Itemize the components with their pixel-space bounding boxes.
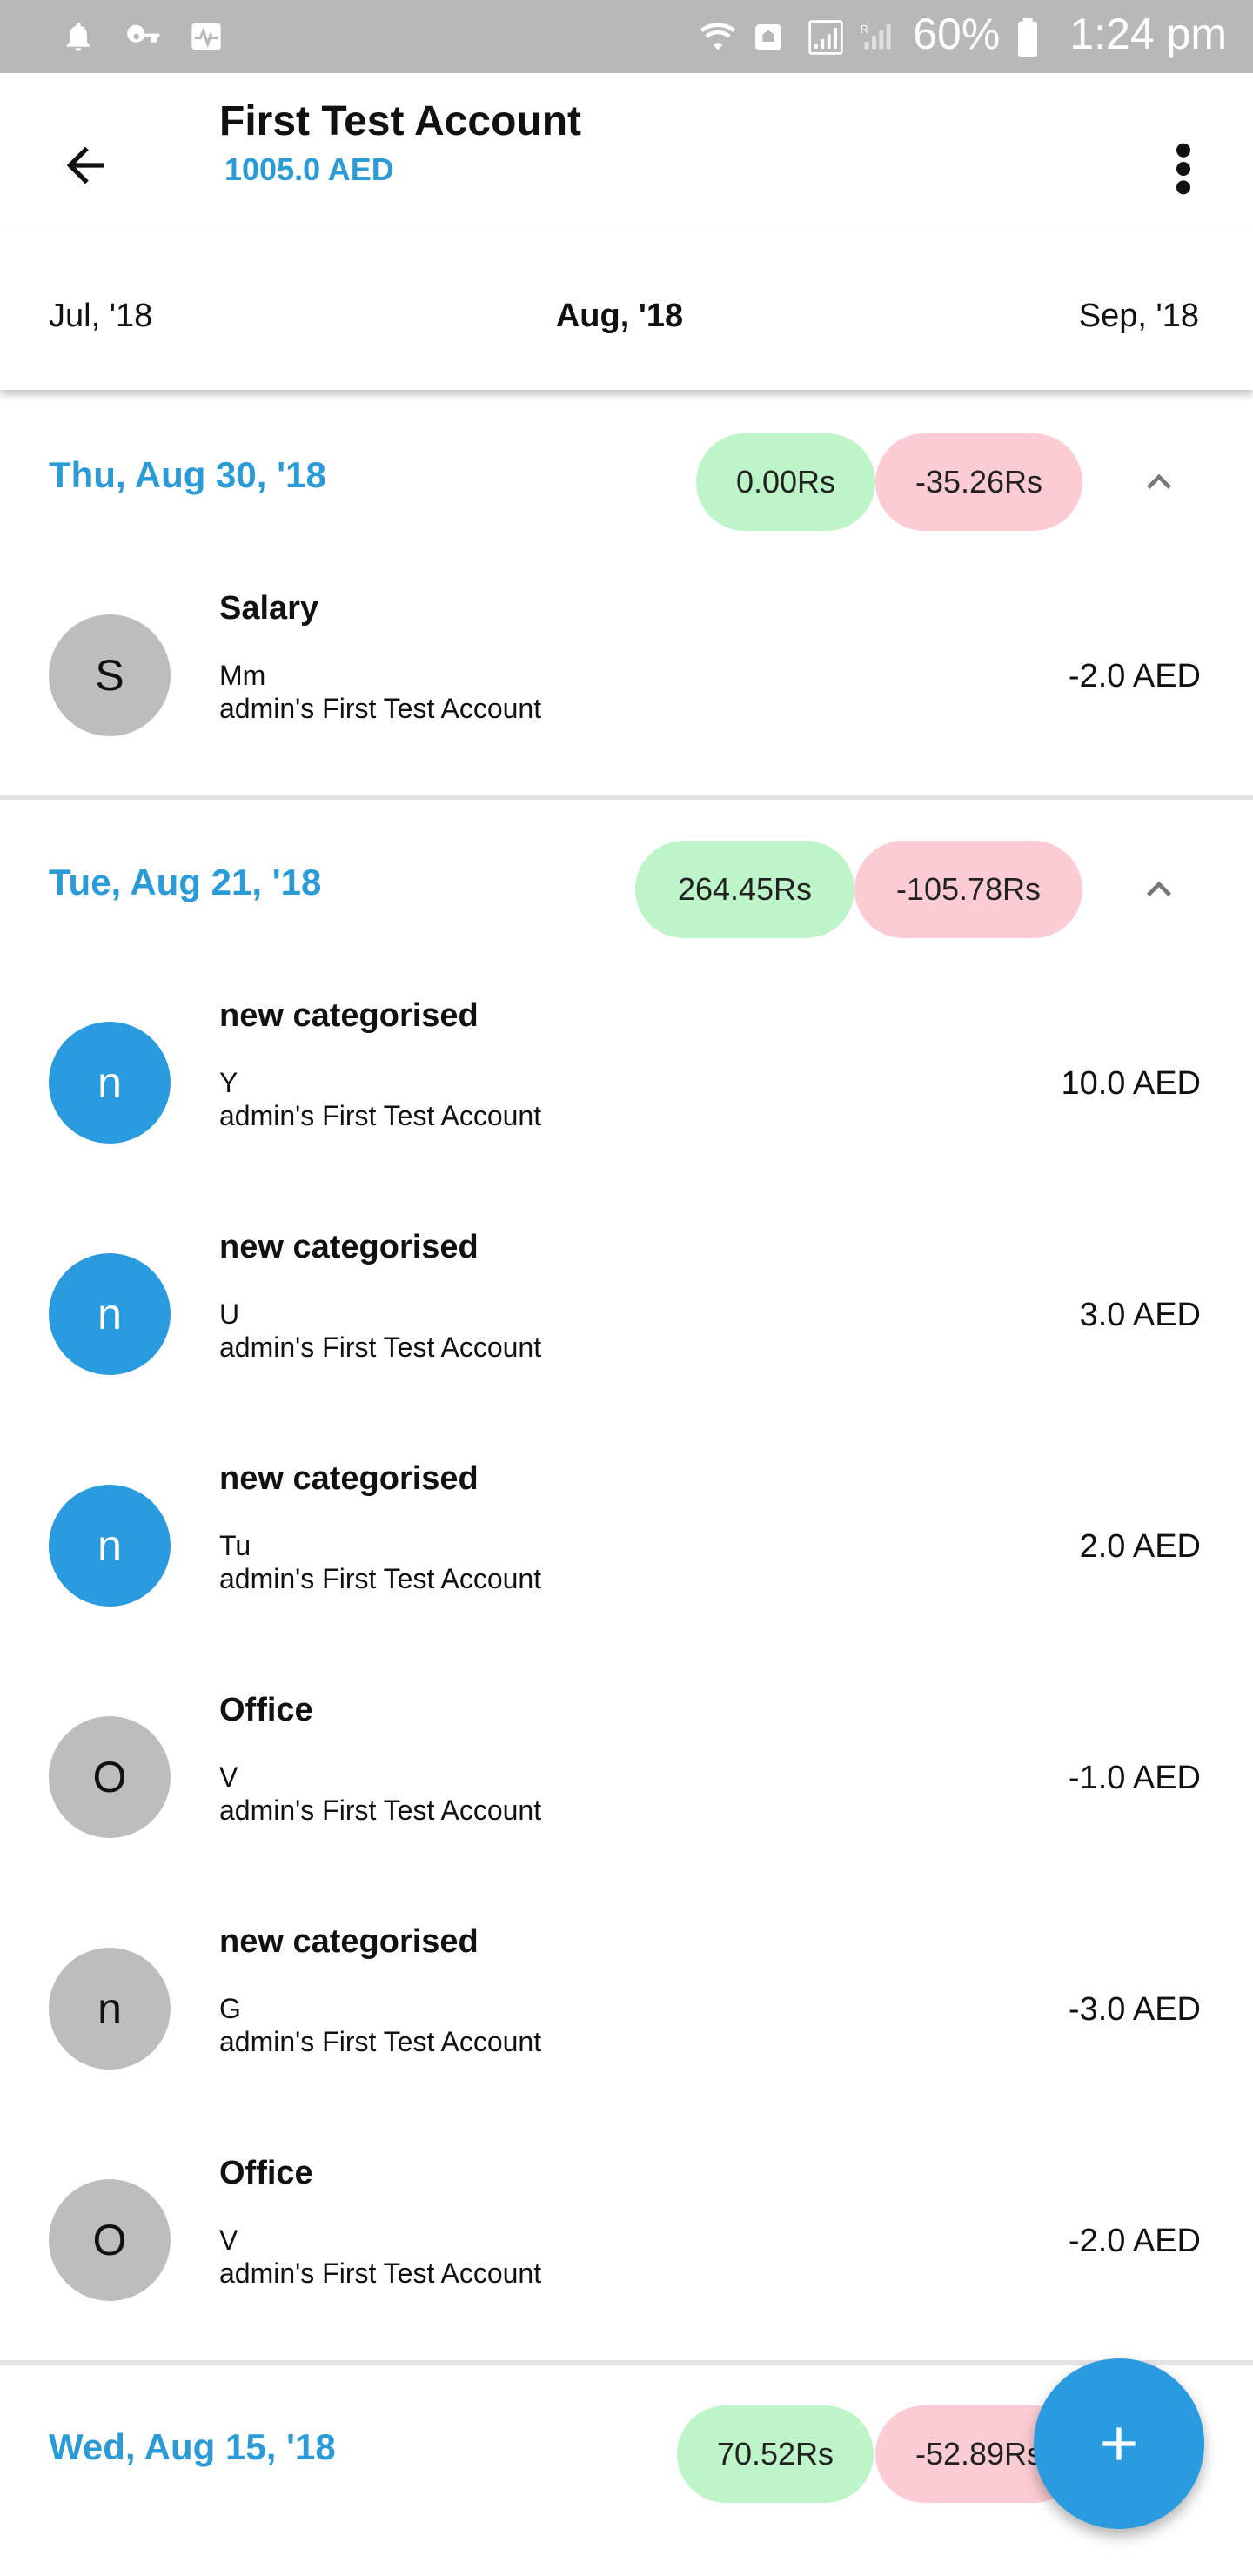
transaction-category: Salary [219,590,319,627]
chevron-up-icon [1147,881,1171,896]
transaction-amount: -2.0 AED [1068,658,1201,694]
transaction-account: admin's First Test Account [219,1332,542,1363]
more-options-button[interactable] [1149,125,1218,212]
group-divider [0,2360,1253,2365]
battery-percent: 60% [913,10,1001,58]
transaction-category: new categorised [219,1460,479,1497]
expense-pill: -105.78Rs [854,841,1082,938]
transaction-note: V [219,1761,238,1793]
transaction-category: Office [219,1692,313,1728]
account-title: First Test Account [219,98,582,144]
month-switcher: Jul, '18 Aug, '18 Sep, '18 [0,230,1253,390]
arrow-left-icon [66,146,104,184]
transaction-amount: 10.0 AED [1061,1065,1201,1102]
svg-text:R: R [861,23,869,36]
avatar: S [49,614,171,736]
avatar: O [49,1716,171,1838]
transaction-amount: 3.0 AED [1079,1297,1201,1333]
transaction-account: admin's First Test Account [219,1100,542,1131]
income-pill: 70.52Rs [677,2405,874,2503]
day-group-header[interactable]: Tue, Aug 21, '18 264.45Rs -105.78Rs [0,806,1253,963]
transaction-category: new categorised [219,1923,479,1960]
avatar: n [49,1022,171,1144]
app-bar: First Test Account 1005.0 AED [0,73,1253,230]
account-balance: 1005.0 AED [224,151,394,187]
month-current[interactable]: Aug, '18 [0,298,1239,335]
transaction-row[interactable]: O Office V admin's First Test Account -2… [0,2127,1253,2358]
transaction-row[interactable]: n new categorised U admin's First Test A… [0,1201,1253,1432]
collapse-button[interactable] [1128,451,1190,513]
clock: 1:24 pm [1069,10,1227,58]
transaction-note: Y [219,1067,238,1098]
transaction-account: admin's First Test Account [219,1563,542,1594]
transaction-amount: -3.0 AED [1068,1991,1201,2028]
transaction-amount: -1.0 AED [1068,1760,1201,1796]
month-next[interactable]: Sep, '18 [1079,298,1199,335]
income-pill: 264.45Rs [635,841,854,938]
income-pill: 0.00Rs [696,433,875,531]
transaction-row[interactable]: n new categorised Tu admin's First Test … [0,1432,1253,1664]
transaction-account: admin's First Test Account [219,693,542,724]
transaction-category: new categorised [219,1229,479,1265]
battery-icon [1015,17,1054,57]
wifi-icon [697,17,736,51]
transaction-row[interactable]: n new categorised G admin's First Test A… [0,1895,1253,2127]
avatar: O [49,2179,171,2301]
chevron-up-icon [1147,473,1171,489]
transaction-row[interactable]: n new categorised Y admin's First Test A… [0,969,1253,1201]
transaction-note: Mm [219,660,266,691]
transaction-account: admin's First Test Account [219,1794,542,1826]
signal-icon [805,17,843,55]
transaction-row[interactable]: S Salary Mm admin's First Test Account -… [0,562,1253,794]
transaction-amount: 2.0 AED [1079,1528,1201,1565]
group-date: Wed, Aug 15, '18 [49,2426,336,2467]
transaction-note: V [219,2224,238,2256]
add-transaction-button[interactable] [1034,2358,1204,2529]
transaction-category: Office [219,2155,313,2191]
nfc-icon [751,17,789,51]
transaction-amount: -2.0 AED [1068,2223,1201,2259]
transaction-note: Tu [219,1530,251,1561]
avatar: n [49,1485,171,1607]
transaction-note: G [219,1993,241,2024]
bell-icon [61,19,99,54]
more-vert-icon [1176,143,1190,195]
transaction-row[interactable]: O Office V admin's First Test Account -1… [0,1664,1253,1895]
status-bar: R 60% 1:24 pm [0,0,1253,73]
plus-icon [1102,2427,1136,2460]
group-date: Thu, Aug 30, '18 [49,454,326,495]
day-group-header[interactable]: Thu, Aug 30, '18 0.00Rs -35.26Rs [0,399,1253,555]
signal-roaming-icon: R [859,17,897,51]
avatar: n [49,1253,171,1375]
group-date: Tue, Aug 21, '18 [49,862,322,902]
transaction-category: new categorised [219,997,479,1034]
key-icon [124,19,162,54]
group-divider [0,795,1253,800]
avatar: n [49,1948,171,2070]
transaction-account: admin's First Test Account [219,2026,542,2057]
transaction-note: U [219,1298,240,1330]
collapse-button[interactable] [1128,858,1190,921]
transaction-account: admin's First Test Account [219,2257,542,2289]
back-button[interactable] [49,129,122,202]
expense-pill: -35.26Rs [875,433,1082,531]
activity-icon [186,19,224,54]
